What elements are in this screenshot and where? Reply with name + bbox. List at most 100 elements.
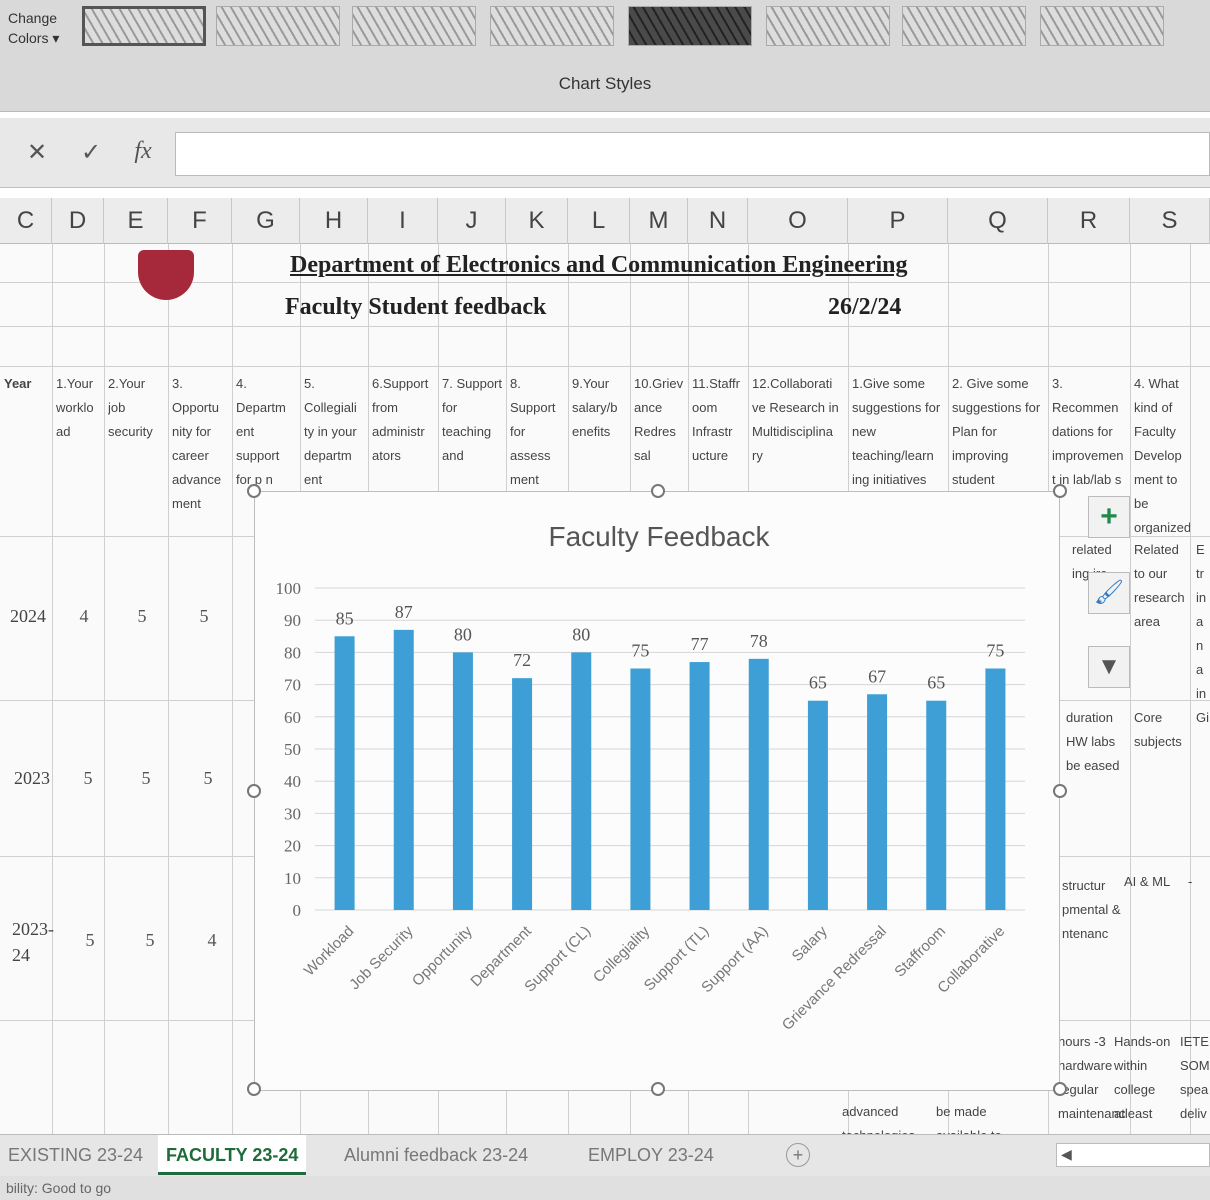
add-sheet-plus-icon[interactable]: + — [786, 1143, 810, 1167]
y-tick-label: 0 — [293, 901, 302, 920]
tab-faculty-23-24[interactable]: FACULTY 23-24 — [158, 1135, 307, 1175]
column-header-s[interactable]: S — [1130, 198, 1210, 244]
resize-handle-top-left[interactable] — [247, 484, 261, 498]
insert-function-icon[interactable]: fx — [128, 138, 158, 165]
header-q1: 1.Your worklo ad — [56, 376, 94, 439]
resize-handle-right[interactable] — [1053, 784, 1067, 798]
horizontal-scrollbar[interactable]: ◀ — [1056, 1143, 1210, 1167]
scroll-left-icon[interactable]: ◀ — [1061, 1146, 1072, 1163]
chart-title: Faculty Feedback — [549, 521, 771, 552]
chart-styles-brush-icon[interactable]: 🖌 — [1088, 572, 1130, 614]
column-header-e[interactable]: E — [104, 198, 168, 244]
bar-grievance-redressal — [867, 694, 888, 910]
header-q8: 8. Support for assess ment — [510, 376, 556, 487]
tab-alumni-feedback-23-24[interactable]: Alumni feedback 23-24 — [336, 1135, 536, 1175]
resize-handle-bottom-right[interactable] — [1053, 1082, 1067, 1096]
gridline — [1130, 244, 1131, 1134]
chart-style-7[interactable] — [902, 6, 1026, 46]
column-header-n[interactable]: N — [688, 198, 748, 244]
data-label: 87 — [395, 602, 413, 622]
column-header-d[interactable]: D — [52, 198, 104, 244]
tab-existing-23-24[interactable]: EXISTING 23-24 — [0, 1135, 151, 1175]
bar-chart-svg: Faculty Feedback 0 10 20 30 40 50 60 70 80 90 100 85… — [276, 521, 1025, 1034]
enter-icon[interactable]: ✓ — [76, 138, 106, 167]
cell-d-2023[interactable]: 5 — [68, 768, 108, 789]
excel-window: Change Colors ▾ Chart Styles ✕ ✓ fx C D … — [0, 0, 1210, 1200]
resize-handle-bottom-left[interactable] — [247, 1082, 261, 1096]
column-header-c[interactable]: C — [0, 198, 52, 244]
column-header-h[interactable]: H — [300, 198, 368, 244]
tab-employ-23-24[interactable]: EMPLOY 23-24 — [580, 1135, 722, 1175]
gridline — [0, 366, 1210, 367]
chart-styles-group-label: Chart Styles — [558, 74, 652, 93]
cell-e-2023[interactable]: 5 — [126, 768, 166, 789]
formula-input[interactable] — [175, 132, 1210, 176]
header-q3: 3. Opportu nity for career advance ment — [172, 376, 222, 511]
cancel-icon[interactable]: ✕ — [22, 138, 52, 167]
data-label: 65 — [809, 673, 827, 693]
data-label: 75 — [986, 641, 1004, 661]
column-header-l[interactable]: L — [568, 198, 630, 244]
chart-filters-funnel-icon[interactable]: ▼ — [1088, 646, 1130, 688]
accessibility-status[interactable]: bility: Good to go — [6, 1180, 111, 1196]
cell-year-2024[interactable]: 2024 — [10, 606, 46, 627]
faculty-feedback-chart[interactable]: Faculty Feedback 0 10 20 30 40 50 60 70 80 90 100 85… — [247, 484, 1067, 1096]
cell-e-2023-24[interactable]: 5 — [130, 930, 170, 951]
chart-style-6[interactable] — [766, 6, 890, 46]
cell-t-row3: - — [1188, 874, 1193, 889]
header-q5: 5. Collegiali ty in your departm ent — [304, 376, 357, 487]
chart-style-1[interactable] — [82, 6, 206, 46]
resize-handle-left[interactable] — [247, 784, 261, 798]
chart-style-2[interactable] — [216, 6, 340, 46]
cell-f-2023[interactable]: 5 — [188, 768, 228, 789]
resize-handle-top[interactable] — [651, 484, 665, 498]
column-header-k[interactable]: K — [506, 198, 568, 244]
cell-d-2023-24[interactable]: 5 — [70, 930, 110, 951]
chart-style-8[interactable] — [1040, 6, 1164, 46]
cell-s-row3: AI & ML — [1124, 874, 1171, 889]
resize-handle-bottom[interactable] — [651, 1082, 665, 1096]
gridline — [1190, 244, 1191, 1134]
column-header-j[interactable]: J — [438, 198, 506, 244]
column-headers: C D E F G H I J K L M N O P Q R S — [0, 198, 1210, 244]
ribbon: Change Colors ▾ Chart Styles — [0, 0, 1210, 112]
x-tick-label: Salary — [789, 922, 831, 964]
chart-style-5[interactable] — [628, 6, 752, 46]
column-header-p[interactable]: P — [848, 198, 948, 244]
cell-d-2024[interactable]: 4 — [64, 606, 104, 627]
column-header-o[interactable]: O — [748, 198, 848, 244]
bar-opportunity — [452, 652, 473, 910]
data-label: 78 — [750, 631, 768, 651]
chart-elements-plus-icon[interactable]: + — [1088, 496, 1130, 538]
header-q10: 10.Griev ance Redres sal — [634, 376, 684, 463]
header-q12: 12.Collaborati ve Research in Multidisci… — [752, 376, 839, 463]
header-year: Year — [4, 376, 32, 391]
cell-f-2023-24[interactable]: 4 — [192, 930, 232, 951]
cell-t-row1: E tr in a n a in — [1196, 542, 1207, 698]
header-q2: 2.Your job security — [108, 376, 153, 439]
header-suggestion-1: 1.Give some suggestions for new teaching… — [852, 376, 941, 487]
change-colors-button[interactable]: Change Colors ▾ — [8, 8, 78, 48]
resize-handle-top-right[interactable] — [1053, 484, 1067, 498]
sheet-tab-bar: EXISTING 23-24 FACULTY 23-24 Alumni feed… — [0, 1134, 1210, 1176]
y-tick-label: 20 — [284, 837, 301, 856]
column-header-m[interactable]: M — [630, 198, 688, 244]
header-q6: 6.Support from administr ators — [372, 376, 429, 463]
column-header-r[interactable]: R — [1048, 198, 1130, 244]
chart-style-4[interactable] — [490, 6, 614, 46]
chart-style-3[interactable] — [352, 6, 476, 46]
column-header-f[interactable]: F — [168, 198, 232, 244]
data-label: 72 — [513, 650, 531, 670]
college-logo — [138, 250, 194, 300]
column-header-g[interactable]: G — [232, 198, 300, 244]
column-header-q[interactable]: Q — [948, 198, 1048, 244]
cell-year-2023-24[interactable]: 2023-24 — [12, 916, 54, 968]
column-header-i[interactable]: I — [368, 198, 438, 244]
bar-job-security — [393, 629, 414, 910]
cell-f-2024[interactable]: 5 — [184, 606, 224, 627]
cell-e-2024[interactable]: 5 — [122, 606, 162, 627]
y-tick-label: 70 — [284, 676, 301, 695]
bar-support-cl- — [571, 652, 592, 910]
cell-year-2023[interactable]: 2023 — [14, 768, 50, 789]
x-tick-label: Workload — [301, 923, 358, 980]
